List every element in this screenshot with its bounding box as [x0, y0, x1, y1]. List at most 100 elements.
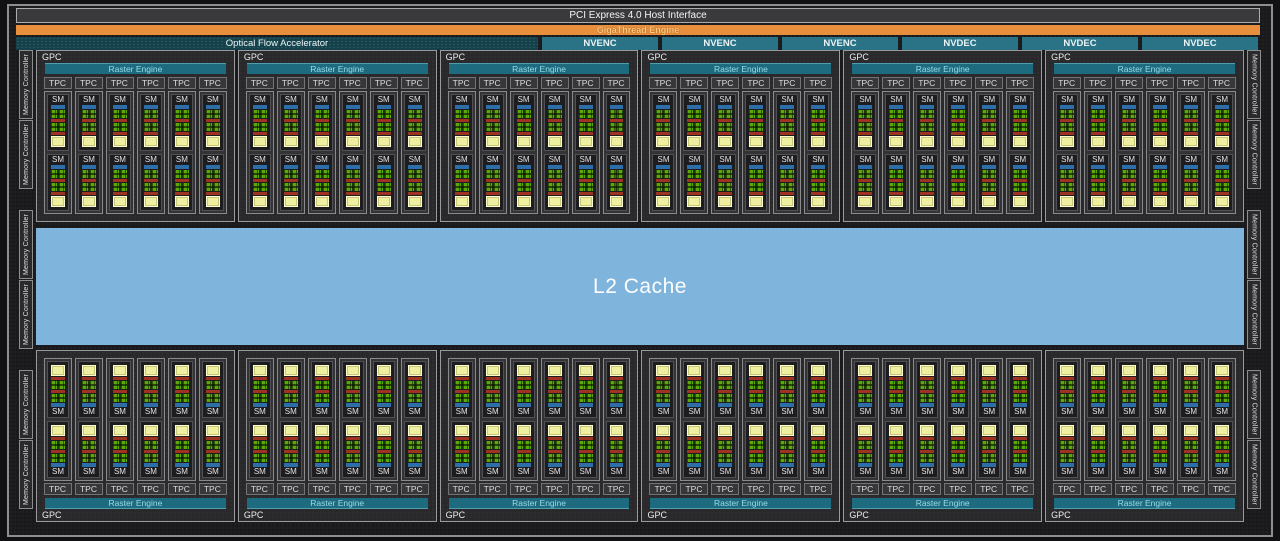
sm-label: SM — [981, 95, 997, 105]
texture-unit-bar — [889, 437, 903, 440]
cuda-core-grid — [548, 183, 562, 191]
cuda-core-grid — [858, 381, 872, 389]
cuda-core-grid — [284, 123, 298, 131]
cuda-core-grid — [610, 170, 624, 178]
cuda-core-grid — [315, 454, 329, 462]
memory-controller-segment-right: Memory Controller — [1247, 50, 1261, 119]
scheduler-bar — [175, 105, 189, 109]
scheduler-bar — [377, 105, 391, 109]
tpc-sm-container: SMSM — [572, 91, 600, 214]
texture-unit-bar — [749, 437, 763, 440]
rt-core-block — [811, 136, 825, 147]
scheduler-bar — [315, 165, 329, 169]
sm-block: SM — [947, 94, 969, 151]
tpc-sm-container: SMSM — [1006, 358, 1034, 481]
sm-block: SM — [776, 421, 798, 478]
scheduler-bar — [1184, 105, 1198, 109]
sm-label: SM — [578, 467, 594, 477]
sm-block: SM — [807, 94, 829, 151]
sm-block: SM — [854, 94, 876, 151]
texture-unit-bar — [982, 450, 996, 453]
rt-core-block — [687, 136, 701, 147]
rt-core-block — [144, 196, 158, 207]
cuda-core-grid — [253, 110, 267, 118]
texture-unit-bar — [206, 179, 220, 182]
texture-unit-bar — [51, 132, 65, 135]
tpc-block: TPCSMSM — [246, 77, 274, 214]
sm-block: SM — [47, 361, 69, 418]
tpc-block: TPCSMSM — [804, 358, 832, 495]
rt-core-block — [284, 425, 298, 436]
sm-block: SM — [373, 421, 395, 478]
rt-core-block — [144, 136, 158, 147]
sm-block: SM — [1056, 94, 1078, 151]
tpc-label: TPC — [246, 77, 274, 89]
scheduler-bar — [1122, 105, 1136, 109]
sm-block: SM — [513, 94, 535, 151]
cuda-core-grid — [284, 170, 298, 178]
rt-core-block — [113, 196, 127, 207]
tpc-label: TPC — [742, 77, 770, 89]
tpc-row: TPCSMSMTPCSMSMTPCSMSMTPCSMSMTPCSMSMTPCSM… — [44, 77, 227, 214]
tpc-label: TPC — [401, 483, 429, 495]
tpc-block: TPCSMSM — [804, 77, 832, 214]
scheduler-bar — [113, 165, 127, 169]
cuda-core-grid — [408, 394, 422, 402]
cuda-core-grid — [811, 170, 825, 178]
rt-core-block — [811, 365, 825, 376]
texture-unit-bar — [548, 437, 562, 440]
raster-engine-bar: Raster Engine — [650, 498, 831, 509]
sm-label: SM — [950, 467, 966, 477]
sm-block: SM — [482, 94, 504, 151]
tpc-block: TPCSMSM — [401, 77, 429, 214]
texture-unit-bar — [1122, 192, 1136, 195]
scheduler-bar — [113, 105, 127, 109]
sm-label: SM — [345, 95, 361, 105]
tpc-sm-container: SMSM — [448, 358, 476, 481]
texture-unit-bar — [548, 119, 562, 122]
tpc-sm-container: SMSM — [711, 358, 739, 481]
sm-block: SM — [854, 361, 876, 418]
sm-label: SM — [810, 95, 826, 105]
sm-label: SM — [779, 407, 795, 417]
tpc-sm-container: SMSM — [804, 91, 832, 214]
texture-unit-bar — [656, 192, 670, 195]
tpc-sm-container: SMSM — [479, 91, 507, 214]
scheduler-bar — [1091, 165, 1105, 169]
cuda-core-grid — [315, 170, 329, 178]
sm-label: SM — [50, 155, 66, 165]
texture-unit-bar — [517, 192, 531, 195]
cuda-core-grid — [579, 394, 593, 402]
rt-core-block — [51, 136, 65, 147]
gigathread-engine-bar: GigaThread Engine — [16, 25, 1260, 35]
tpc-row: TPCSMSMTPCSMSMTPCSMSMTPCSMSMTPCSMSMTPCSM… — [649, 77, 832, 214]
scheduler-bar — [780, 165, 794, 169]
tpc-block: TPCSMSM — [479, 358, 507, 495]
cuda-core-grid — [346, 394, 360, 402]
sm-block: SM — [575, 421, 597, 478]
sm-block: SM — [947, 154, 969, 211]
cuda-core-grid — [1184, 183, 1198, 191]
tpc-sm-container: SMSM — [603, 358, 631, 481]
texture-unit-bar — [858, 179, 872, 182]
texture-unit-bar — [548, 179, 562, 182]
texture-unit-bar — [982, 132, 996, 135]
cuda-core-grid — [687, 183, 701, 191]
sm-label: SM — [950, 155, 966, 165]
sm-block: SM — [1211, 421, 1233, 478]
sm-block: SM — [513, 421, 535, 478]
rt-core-block — [315, 365, 329, 376]
tpc-block: TPCSMSM — [742, 358, 770, 495]
tpc-block: TPCSMSM — [44, 77, 72, 214]
scheduler-bar — [1060, 165, 1074, 169]
tpc-sm-container: SMSM — [851, 91, 879, 214]
tpc-label: TPC — [851, 77, 879, 89]
texture-unit-bar — [253, 132, 267, 135]
texture-unit-bar — [889, 179, 903, 182]
cuda-core-grid — [408, 381, 422, 389]
sm-block: SM — [1118, 94, 1140, 151]
cuda-core-grid — [1013, 454, 1027, 462]
sm-label: SM — [143, 407, 159, 417]
cuda-core-grid — [610, 110, 624, 118]
tpc-block: TPCSMSM — [1006, 358, 1034, 495]
